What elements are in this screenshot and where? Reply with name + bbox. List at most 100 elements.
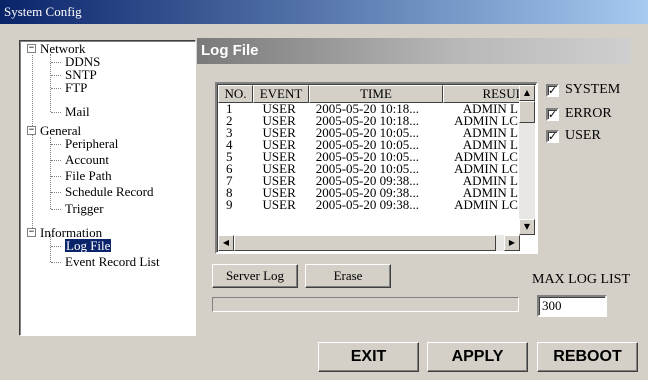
column-header-no[interactable]: NO.	[218, 85, 253, 103]
panel-title: Log File	[197, 38, 631, 64]
table-cell: USER	[262, 139, 296, 151]
tree-item-event-record-list[interactable]: Event Record List	[65, 255, 160, 268]
table-cell: 2005-05-20 09:38...	[315, 199, 419, 211]
table-cell: 9	[226, 199, 233, 211]
table-row[interactable]: 2 USER 2005-05-20 10:18... ADMIN LC	[218, 115, 518, 127]
table-cell: ADMIN LC	[454, 163, 518, 175]
table-cell: ADMIN L	[462, 187, 518, 199]
erase-button[interactable]: Erase	[305, 264, 391, 288]
filter-system[interactable]: ✓ SYSTEM	[546, 82, 620, 98]
window-title: System Config	[0, 0, 648, 24]
max-log-list-input[interactable]: 300	[537, 295, 607, 317]
log-list-body: 1 USER 2005-05-20 10:18... ADMIN L 2 USER 2005…	[218, 103, 518, 235]
table-cell: USER	[262, 115, 296, 127]
table-row[interactable]: 4 USER 2005-05-20 10:05... ADMIN L	[218, 139, 518, 151]
table-row[interactable]: 9 USER 2005-05-20 09:38... ADMIN LC	[218, 199, 518, 211]
table-row[interactable]: 1 USER 2005-05-20 10:18... ADMIN L	[218, 103, 518, 115]
table-cell: 7	[226, 175, 233, 187]
tree-branch	[51, 144, 61, 145]
tree-item-file-path[interactable]: File Path	[65, 169, 112, 182]
table-cell: 2005-05-20 10:18...	[315, 103, 419, 115]
user-checkbox[interactable]: ✓	[546, 129, 559, 143]
filter-user-label: USER	[565, 128, 601, 143]
table-cell: ADMIN L	[462, 139, 518, 151]
table-cell: 8	[226, 187, 233, 199]
column-header-event[interactable]: EVENT	[253, 85, 309, 103]
horizontal-scrollbar[interactable]: ◀ ▶	[218, 235, 520, 251]
table-cell: ADMIN LC	[454, 115, 518, 127]
tree-branch	[51, 160, 61, 161]
filter-user[interactable]: ✓ USER	[546, 128, 601, 144]
apply-button[interactable]: APPLY	[427, 342, 528, 372]
filter-error[interactable]: ✓ ERROR	[546, 106, 612, 122]
table-cell: 2005-05-20 10:05...	[315, 127, 419, 139]
exit-button[interactable]: EXIT	[318, 342, 419, 372]
tree-branch	[51, 112, 61, 113]
horizontal-scroll-thumb[interactable]	[234, 235, 496, 251]
table-row[interactable]: 8 USER 2005-05-20 09:38... ADMIN L	[218, 187, 518, 199]
general-collapse-icon[interactable]: −	[27, 126, 36, 135]
table-cell: 2005-05-20 09:38...	[315, 175, 419, 187]
max-log-list-label: MAX LOG LIST	[532, 272, 630, 287]
log-list-header: NO. EVENT TIME RESUI	[218, 85, 523, 103]
tree-branch	[51, 75, 61, 76]
table-cell: 2005-05-20 10:05...	[315, 163, 419, 175]
table-cell: 2005-05-20 10:05...	[315, 151, 419, 163]
table-cell: 2	[226, 115, 233, 127]
table-cell: 3	[226, 127, 233, 139]
table-cell: USER	[262, 127, 296, 139]
table-row[interactable]: 3 USER 2005-05-20 10:05... ADMIN L	[218, 127, 518, 139]
tree-guide-line	[32, 55, 33, 234]
table-cell: 4	[226, 139, 233, 151]
table-cell: 2005-05-20 10:05...	[315, 139, 419, 151]
tree-branch	[51, 176, 61, 177]
tree-item-log-file[interactable]: Log File	[63, 238, 113, 253]
filter-error-label: ERROR	[565, 106, 612, 121]
tree-branch	[51, 209, 61, 210]
column-header-result[interactable]: RESUI	[443, 85, 523, 103]
table-cell: USER	[262, 151, 296, 163]
table-cell: USER	[262, 163, 296, 175]
tree-item-trigger[interactable]: Trigger	[65, 202, 104, 215]
tree-branch	[51, 88, 61, 89]
tree-item-peripheral[interactable]: Peripheral	[65, 137, 118, 150]
scroll-down-icon[interactable]: ▼	[519, 219, 535, 235]
tree-branch	[51, 62, 61, 63]
server-log-button[interactable]: Server Log	[212, 264, 298, 288]
vertical-scroll-thumb[interactable]	[519, 101, 535, 123]
scroll-right-icon[interactable]: ▶	[504, 235, 520, 251]
table-row[interactable]: 7 USER 2005-05-20 09:38... ADMIN L	[218, 175, 518, 187]
tree-branch	[51, 246, 61, 247]
navigation-tree: − Network DDNS SNTP FTP Mail − General P…	[19, 40, 196, 336]
system-config-window: System Config − Network DDNS SNTP FTP Ma…	[0, 0, 648, 380]
tree-item-mail[interactable]: Mail	[65, 105, 90, 118]
table-cell: 2005-05-20 10:18...	[315, 115, 419, 127]
log-list[interactable]: NO. EVENT TIME RESUI 1 USER 2005-05-20 10:…	[215, 82, 538, 254]
network-collapse-icon[interactable]: −	[27, 44, 36, 53]
system-checkbox[interactable]: ✓	[546, 83, 559, 97]
column-header-time[interactable]: TIME	[309, 85, 443, 103]
table-row[interactable]: 6 USER 2005-05-20 10:05... ADMIN LC	[218, 163, 518, 175]
scroll-up-icon[interactable]: ▲	[519, 85, 535, 101]
tree-branch	[51, 262, 61, 263]
table-row[interactable]: 5 USER 2005-05-20 10:05... ADMIN LC	[218, 151, 518, 163]
table-cell: USER	[262, 199, 296, 211]
table-cell: ADMIN LC	[454, 151, 518, 163]
table-cell: ADMIN L	[462, 127, 518, 139]
table-cell: ADMIN LC	[454, 199, 518, 211]
scroll-left-icon[interactable]: ◀	[218, 235, 234, 251]
error-checkbox[interactable]: ✓	[546, 107, 559, 121]
table-cell: ADMIN L	[462, 175, 518, 187]
tree-item-account[interactable]: Account	[65, 153, 109, 166]
progress-bar	[212, 297, 519, 312]
table-cell: 5	[226, 151, 233, 163]
tree-branch	[51, 192, 61, 193]
vertical-scrollbar[interactable]: ▲ ▼	[519, 85, 535, 235]
tree-item-schedule-record[interactable]: Schedule Record	[65, 185, 153, 198]
table-cell: 1	[226, 103, 233, 115]
tree-item-ftp[interactable]: FTP	[65, 81, 87, 94]
reboot-button[interactable]: REBOOT	[537, 342, 638, 372]
table-cell: USER	[262, 175, 296, 187]
tree-guide-line	[50, 137, 51, 209]
information-collapse-icon[interactable]: −	[27, 228, 36, 237]
